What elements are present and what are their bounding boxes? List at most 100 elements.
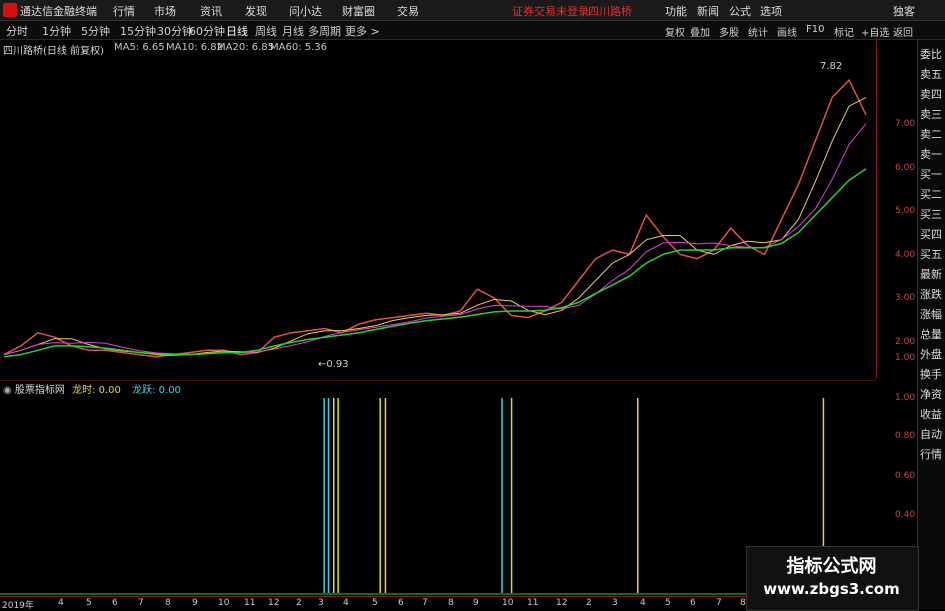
side-tab-17[interactable]: 净资 — [918, 386, 944, 402]
side-tab-11[interactable]: 最新 — [918, 266, 944, 282]
watermark-title: 指标公式网 — [786, 556, 877, 577]
side-tab-1[interactable]: 卖五 — [918, 66, 944, 82]
period-tab-30min[interactable]: 30分钟 — [157, 23, 193, 39]
low-price-label: ←0.93 — [318, 359, 349, 370]
side-tab-16[interactable]: 换手 — [918, 366, 944, 382]
statistics-button[interactable]: 统计 — [748, 24, 768, 39]
date-tick: 4 — [343, 598, 349, 608]
side-tab-8[interactable]: 买三 — [918, 206, 944, 222]
side-tab-14[interactable]: 总量 — [918, 326, 944, 342]
draw-line-button[interactable]: 画线 — [777, 24, 797, 39]
back-button[interactable]: 返回 — [893, 24, 913, 39]
current-stock-name: 四川路桥 — [588, 5, 632, 18]
period-tab-multi[interactable]: 多周期 — [308, 23, 341, 39]
indicator-toggle-icon[interactable]: ◉ — [3, 385, 15, 396]
menu-formula[interactable]: 公式 — [729, 3, 751, 19]
menu-trade[interactable]: 交易 — [397, 3, 419, 19]
date-tick: 2 — [296, 598, 302, 608]
indicator-name[interactable]: 股票指标网 — [15, 385, 65, 396]
add-favorite-button[interactable]: +自选 — [861, 24, 889, 39]
price-line-group — [3, 78, 867, 358]
overlay-button[interactable]: 叠加 — [690, 24, 710, 39]
f10-button[interactable]: F10 — [806, 24, 824, 35]
side-tab-19[interactable]: 自动 — [918, 426, 944, 442]
price-tick: 3.00 — [895, 293, 916, 303]
menu-ask-xiaoda[interactable]: 问小达 — [289, 3, 322, 19]
period-tab-5min[interactable]: 5分钟 — [81, 23, 110, 39]
menu-bar — [0, 0, 945, 21]
date-tick: 12 — [556, 598, 568, 608]
side-tab-20[interactable]: 行情 — [918, 446, 944, 462]
side-tab-18[interactable]: 收益 — [918, 406, 944, 422]
date-tick: 3 — [612, 598, 618, 608]
ma60-line-group — [3, 168, 867, 358]
long-time-value: 龙时: 0.00 — [72, 385, 121, 396]
menu-market-quotes[interactable]: 行情 — [113, 3, 135, 19]
side-tab-10[interactable]: 买五 — [918, 246, 944, 262]
date-tick: 7 — [716, 598, 722, 608]
menu-news-right[interactable]: 新闻 — [697, 3, 719, 19]
menu-discover[interactable]: 发现 — [245, 3, 267, 19]
date-tick: 11 — [244, 598, 256, 608]
date-tick: 6 — [112, 598, 118, 608]
period-tab-intraday[interactable]: 分时 — [6, 23, 28, 39]
ma10-value: MA10: 6.82 — [166, 42, 224, 53]
date-tick: 5 — [372, 598, 378, 608]
side-tab-3[interactable]: 卖三 — [918, 106, 944, 122]
long-jump-value: 龙跃: 0.00 — [132, 385, 181, 396]
price-tick: 2.00 — [895, 337, 916, 347]
date-tick: 9 — [192, 598, 198, 608]
side-tab-15[interactable]: 外盘 — [918, 346, 944, 362]
period-tab-monthly[interactable]: 月线 — [282, 23, 304, 39]
indicator-tick: 0.40 — [895, 510, 916, 520]
date-tick: 8 — [448, 598, 454, 608]
date-tick: 8 — [740, 598, 746, 608]
date-tick: 8 — [165, 598, 171, 608]
price-tick: 4.00 — [895, 250, 916, 260]
price-tick: 5.00 — [895, 206, 916, 216]
date-tick: 7 — [138, 598, 144, 608]
trade-login-status[interactable]: 证券交易未登录 — [512, 3, 589, 19]
date-tick: 9 — [473, 598, 479, 608]
date-tick: 3 — [318, 598, 324, 608]
chart-stock-label: 四川路桥(日线 前复权) — [3, 46, 104, 57]
side-tab-2[interactable]: 卖四 — [918, 86, 944, 102]
multi-stock-button[interactable]: 多股 — [719, 24, 739, 39]
period-tab-weekly[interactable]: 周线 — [255, 23, 277, 39]
side-tab-12[interactable]: 涨跌 — [918, 286, 944, 302]
period-tab-1min[interactable]: 1分钟 — [42, 23, 71, 39]
date-tick: 10 — [218, 598, 230, 608]
side-tab-5[interactable]: 卖一 — [918, 146, 944, 162]
menu-solo[interactable]: 独客 — [893, 3, 915, 19]
side-tab-0[interactable]: 委比 — [918, 46, 944, 62]
price-tick: 7.00 — [895, 119, 916, 129]
period-tab-60min[interactable]: 60分钟 — [189, 23, 225, 39]
app-logo-icon — [3, 3, 17, 17]
side-tab-13[interactable]: 涨幅 — [918, 306, 944, 322]
ma60-line — [3, 168, 867, 358]
menu-news[interactable]: 资讯 — [200, 3, 222, 19]
side-tab-4[interactable]: 卖二 — [918, 126, 944, 142]
side-tab-6[interactable]: 买一 — [918, 166, 944, 182]
menu-wealth-circle[interactable]: 财富圈 — [342, 3, 375, 19]
price-tick: 1.00 — [895, 353, 916, 363]
mark-button[interactable]: 标记 — [834, 24, 854, 39]
period-tab-more[interactable]: 更多 > — [345, 23, 380, 39]
period-tab-15min[interactable]: 15分钟 — [120, 23, 156, 39]
indicator-chart[interactable] — [0, 380, 876, 595]
date-tick: 10 — [502, 598, 514, 608]
date-tick: 6 — [398, 598, 404, 608]
menu-market[interactable]: 市场 — [154, 3, 176, 19]
period-tab-daily[interactable]: 日线 — [226, 23, 248, 39]
date-tick: 4 — [640, 598, 646, 608]
price-chart[interactable]: 7.82 ←0.93 — [0, 40, 876, 378]
menu-function[interactable]: 功能 — [665, 3, 687, 19]
side-tab-9[interactable]: 买四 — [918, 226, 944, 242]
indicator-tick: 1.00 — [895, 393, 916, 403]
app-title: 通达信金融终端 — [20, 5, 97, 18]
side-tab-7[interactable]: 买二 — [918, 186, 944, 202]
adjust-button[interactable]: 复权 — [665, 24, 685, 39]
date-tick: 5 — [665, 598, 671, 608]
menu-options[interactable]: 选项 — [760, 3, 782, 19]
indicator-tick: 0.60 — [895, 471, 916, 481]
